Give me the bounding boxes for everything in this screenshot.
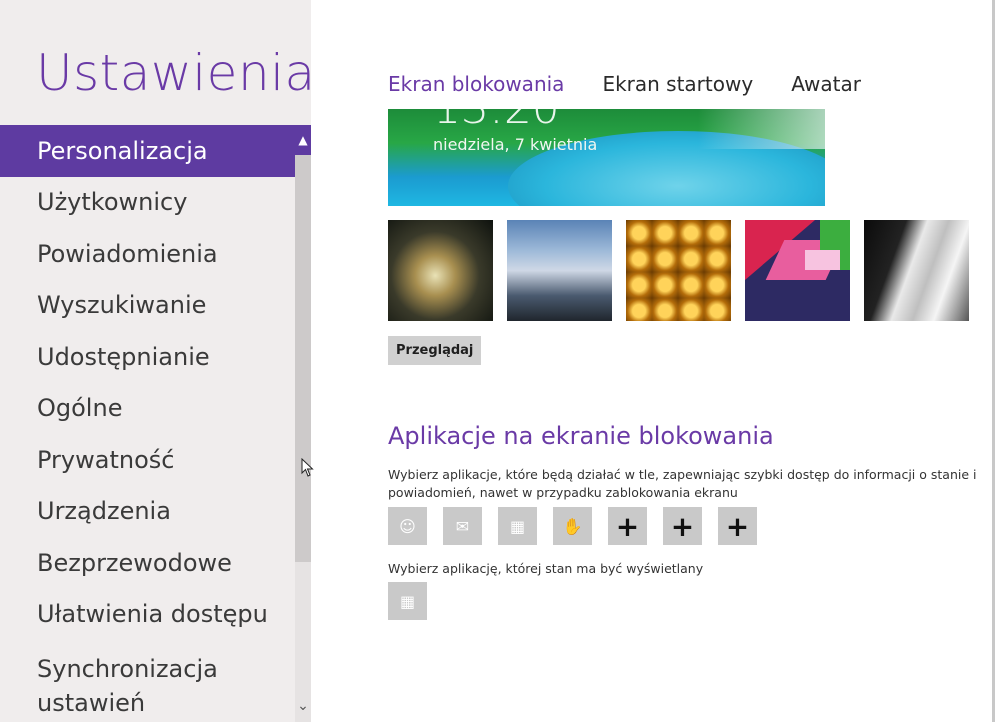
status-app-label: Wybierz aplikację, której stan ma być wy… <box>388 561 704 576</box>
plus-icon[interactable]: + <box>718 507 757 545</box>
lock-app-slots: ☺ ✉ ▦ ✋ + + + <box>388 507 757 545</box>
nav-item-urzadzenia[interactable]: Urządzenia <box>0 486 295 538</box>
calendar-icon[interactable]: ▦ <box>498 507 537 545</box>
nav-item-uzytkownicy[interactable]: Użytkownicy <box>0 177 295 229</box>
preview-image-city <box>698 109 825 149</box>
thumbnail-piano[interactable] <box>864 220 969 321</box>
tab-ekran-startowy[interactable]: Ekran startowy <box>602 72 753 96</box>
preview-time: 13:20 <box>433 109 560 134</box>
plus-icon[interactable]: + <box>608 507 647 545</box>
scroll-up-icon[interactable]: ▲ <box>295 125 311 155</box>
tab-awatar[interactable]: Awatar <box>791 72 861 96</box>
messaging-icon[interactable]: ☺ <box>388 507 427 545</box>
nav-item-personalizacja[interactable]: Personalizacja <box>0 125 295 177</box>
nav-item-synchronizacja[interactable]: Synchronizacja ustawień <box>0 640 260 720</box>
thumbnail-tunnel[interactable] <box>507 220 612 321</box>
nav-item-ulatwienia-dostepu[interactable]: Ułatwienia dostępu <box>0 589 295 641</box>
lock-apps-title: Aplikacje na ekranie blokowania <box>388 422 774 450</box>
lock-apps-description: Wybierz aplikacje, które będą działać w … <box>388 467 977 500</box>
nav-item-udostepnianie[interactable]: Udostępnianie <box>0 331 295 383</box>
nav-item-ogolne[interactable]: Ogólne <box>0 383 295 435</box>
tab-ekran-blokowania[interactable]: Ekran blokowania <box>388 72 564 96</box>
thumbnail-geometric[interactable] <box>745 220 850 321</box>
hand-icon[interactable]: ✋ <box>553 507 592 545</box>
nav-item-prywatnosc[interactable]: Prywatność <box>0 434 295 486</box>
thumbnail-nautilus[interactable] <box>388 220 493 321</box>
shape <box>805 250 840 270</box>
plus-icon[interactable]: + <box>663 507 702 545</box>
nav-list: Personalizacja Użytkownicy Powiadomienia… <box>0 125 295 720</box>
thumbnail-honeycomb[interactable] <box>626 220 731 321</box>
mail-icon[interactable]: ✉ <box>443 507 482 545</box>
preview-date: niedziela, 7 kwietnia <box>433 135 598 154</box>
nav-item-wyszukiwanie[interactable]: Wyszukiwanie <box>0 280 295 332</box>
scrollbar-thumb[interactable] <box>295 125 311 562</box>
background-thumbnails <box>388 220 969 321</box>
lock-screen-preview: 13:20 niedziela, 7 kwietnia <box>388 109 825 206</box>
calendar-icon[interactable]: ▦ <box>388 582 427 620</box>
browse-button[interactable]: Przeglądaj <box>388 336 482 365</box>
tab-bar: Ekran blokowania Ekran startowy Awatar <box>388 72 861 96</box>
app-title: Ustawienia <box>36 44 316 102</box>
nav-item-bezprzewodowe[interactable]: Bezprzewodowe <box>0 537 295 589</box>
nav-item-powiadomienia[interactable]: Powiadomienia <box>0 228 295 280</box>
mouse-cursor-icon <box>301 458 314 477</box>
settings-nav-pane: Ustawienia Personalizacja Użytkownicy Po… <box>0 0 315 722</box>
scroll-down-icon[interactable]: ⌄ <box>295 696 311 716</box>
nav-scrollbar[interactable]: ▲ ⌄ <box>295 125 311 722</box>
